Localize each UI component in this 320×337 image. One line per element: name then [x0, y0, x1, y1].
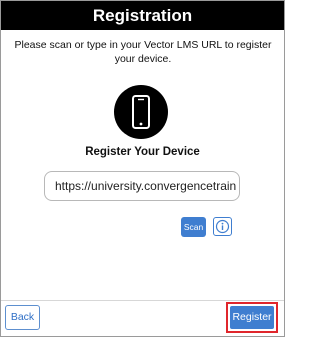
title-bar: Registration: [1, 1, 284, 30]
back-button[interactable]: Back: [5, 305, 40, 330]
instructions-text: Please scan or type in your Vector LMS U…: [14, 39, 272, 65]
page-title: Registration: [92, 6, 193, 25]
scan-button[interactable]: Scan: [181, 217, 206, 237]
info-button[interactable]: [213, 217, 232, 236]
register-device-heading: Register Your Device: [85, 146, 200, 158]
register-button[interactable]: Register: [230, 306, 274, 329]
info-icon: [215, 219, 230, 234]
url-input[interactable]: [44, 171, 240, 201]
registration-screen: Registration Please scan or type in your…: [0, 0, 285, 337]
register-button-highlight: Register: [226, 302, 278, 333]
mobile-phone-icon: [114, 85, 168, 139]
